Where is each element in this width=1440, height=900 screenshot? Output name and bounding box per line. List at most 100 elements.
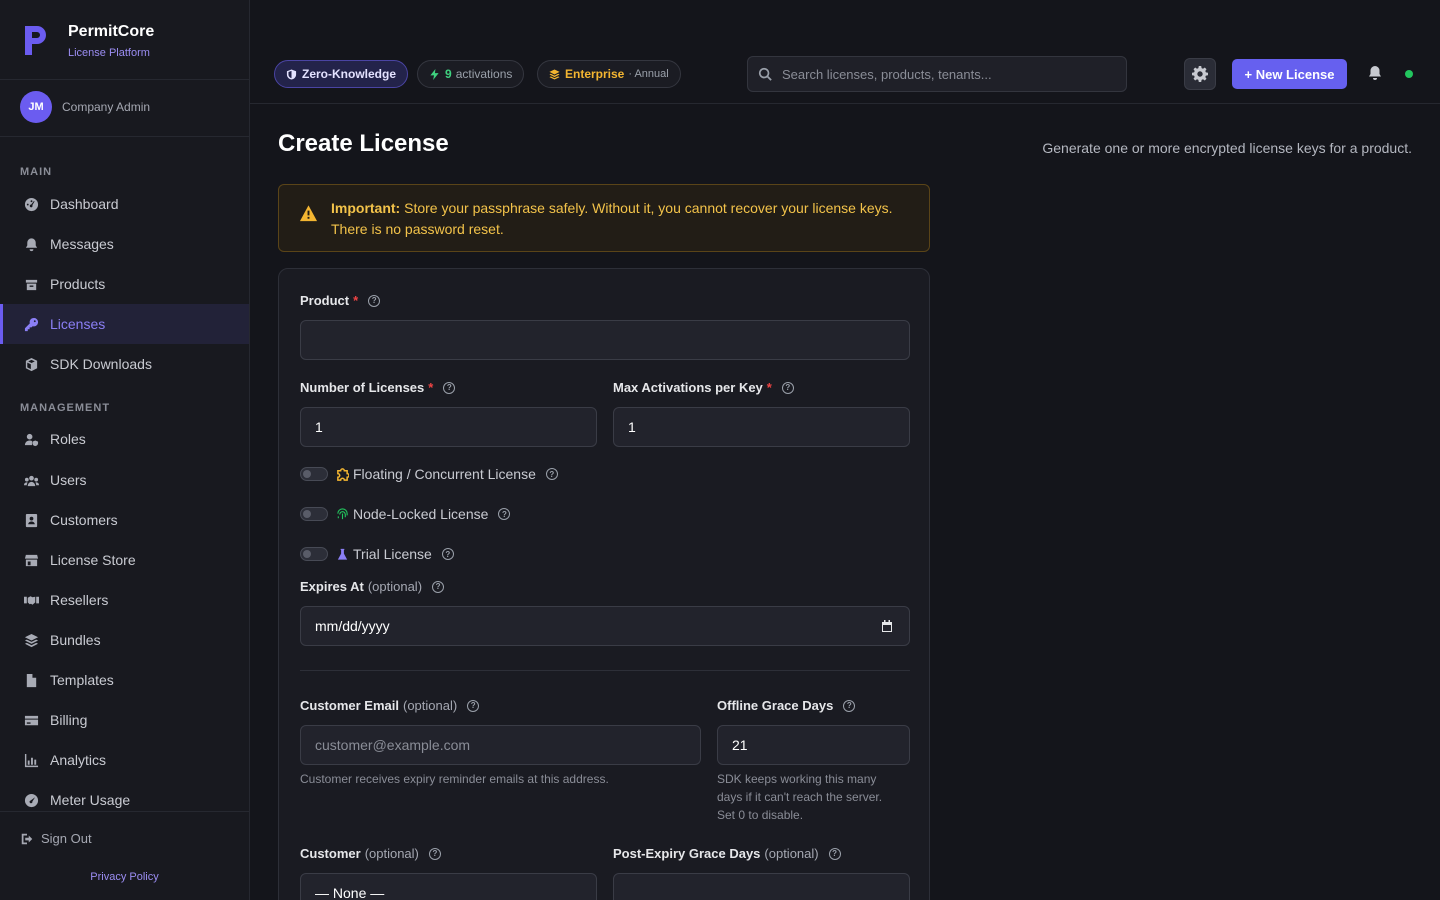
sidebar-item-label: SDK Downloads [50, 356, 152, 372]
sidebar-item-label: Analytics [50, 752, 107, 768]
sidebar-item-label: License Store [50, 552, 136, 568]
expires-date-input[interactable]: mm/dd/yyyy [300, 606, 910, 646]
sign-out-label: Sign Out [41, 831, 92, 846]
customer-label: Customer [300, 846, 361, 861]
lightning-icon [430, 68, 439, 80]
sidebar-item-dashboard[interactable]: Dashboard [0, 184, 249, 224]
trial-license-toggle-row: Trial License ? [300, 546, 454, 562]
user-shield-icon [22, 430, 40, 448]
calendar-icon[interactable] [881, 620, 893, 633]
help-icon[interactable]: ? [843, 699, 856, 712]
sidebar-item-meter-usage[interactable]: Meter Usage [0, 780, 249, 820]
required-marker: * [353, 293, 359, 308]
help-icon[interactable]: ? [368, 294, 381, 307]
help-icon[interactable]: ? [828, 847, 841, 860]
settings-button[interactable] [1184, 58, 1216, 90]
user-profile[interactable]: JM Company Admin [20, 91, 150, 123]
search-input[interactable] [782, 66, 1112, 82]
avatar: JM [20, 91, 52, 123]
activations-badge[interactable]: 9 activations [417, 60, 525, 88]
post-expiry-label: Post-Expiry Grace Days [613, 846, 761, 861]
sidebar-item-products[interactable]: Products [0, 264, 249, 304]
brand-subtitle: License Platform [68, 47, 150, 59]
help-icon[interactable]: ? [498, 508, 511, 520]
warning-icon [299, 205, 318, 222]
help-icon[interactable]: ? [441, 548, 454, 560]
sidebar: PermitCore License Platform JM Company A… [0, 0, 250, 900]
puzzle-icon [337, 467, 349, 481]
sidebar-item-bundles[interactable]: Bundles [0, 620, 249, 660]
optional-text: (optional) [364, 846, 419, 861]
floating-license-label: Floating / Concurrent License [353, 466, 536, 482]
customer-email-hint: Customer receives expiry reminder emails… [300, 772, 609, 786]
divider [300, 670, 910, 671]
sidebar-item-roles[interactable]: Roles [0, 419, 249, 459]
sidebar-item-license-store[interactable]: License Store [0, 540, 249, 580]
bell-icon [1369, 66, 1381, 80]
search-box[interactable] [747, 56, 1127, 92]
plan-cycle: · Annual [628, 68, 669, 80]
sign-out-button[interactable]: Sign Out [20, 831, 92, 846]
help-icon[interactable]: ? [467, 699, 480, 712]
required-marker: * [428, 380, 434, 395]
sidebar-item-licenses[interactable]: Licenses [0, 304, 249, 344]
trial-license-label: Trial License [353, 546, 432, 562]
nav-section-management: MANAGEMENT [20, 402, 111, 414]
sidebar-item-resellers[interactable]: Resellers [0, 580, 249, 620]
zero-knowledge-label: Zero-Knowledge [302, 67, 397, 81]
shield-icon [286, 68, 297, 80]
topbar: Zero-Knowledge 9 activations Enterprise … [250, 0, 1440, 104]
sidebar-item-label: Billing [50, 712, 88, 728]
zero-knowledge-badge[interactable]: Zero-Knowledge [274, 60, 409, 88]
optional-text: (optional) [367, 579, 423, 594]
num-licenses-input[interactable]: 1 [300, 407, 597, 447]
floating-license-toggle[interactable] [300, 467, 328, 481]
max-activations-label: Max Activations per Key [613, 380, 763, 395]
customer-email-input[interactable]: customer@example.com [300, 725, 701, 765]
offline-grace-input[interactable]: 21 [717, 725, 910, 765]
num-licenses-field-label: Number of Licenses * ? [300, 380, 456, 395]
sidebar-item-customers[interactable]: Customers [0, 500, 249, 540]
help-icon[interactable]: ? [443, 381, 456, 394]
help-icon[interactable]: ? [545, 468, 558, 480]
help-icon[interactable]: ? [432, 580, 445, 593]
plan-badge[interactable]: Enterprise · Annual [537, 60, 681, 88]
file-icon [22, 671, 40, 689]
help-icon[interactable]: ? [781, 381, 794, 394]
layers-icon [549, 68, 560, 80]
sidebar-item-label: Customers [50, 512, 118, 528]
brand[interactable]: PermitCore License Platform [22, 22, 154, 59]
alert-strong-text: Important: [331, 200, 401, 216]
activations-label: activations [455, 67, 513, 81]
post-expiry-input[interactable] [613, 873, 910, 900]
sidebar-item-messages[interactable]: Messages [0, 224, 249, 264]
gear-icon [1192, 66, 1208, 82]
post-expiry-field-label: Post-Expiry Grace Days (optional) ? [613, 846, 841, 861]
customer-select[interactable]: — None — [300, 873, 597, 900]
page-title: Create License [278, 130, 449, 157]
max-activations-input[interactable]: 1 [613, 407, 910, 447]
sidebar-item-users[interactable]: Users [0, 460, 249, 500]
contact-card-icon [22, 511, 40, 529]
floating-license-toggle-row: Floating / Concurrent License ? [300, 466, 558, 482]
offline-grace-field-label: Offline Grace Days ? [717, 698, 856, 713]
sidebar-item-analytics[interactable]: Analytics [0, 740, 249, 780]
sidebar-item-templates[interactable]: Templates [0, 660, 249, 700]
sidebar-item-sdk-downloads[interactable]: SDK Downloads [0, 344, 249, 384]
privacy-policy-link[interactable]: Privacy Policy [0, 871, 249, 883]
notifications-button[interactable] [1367, 65, 1385, 83]
trial-license-toggle[interactable] [300, 547, 328, 561]
credit-card-icon [22, 711, 40, 729]
product-select[interactable] [300, 320, 910, 360]
brand-title: PermitCore [68, 23, 155, 40]
online-status-dot [1405, 70, 1413, 78]
sidebar-item-billing[interactable]: Billing [0, 700, 249, 740]
divider [0, 811, 249, 812]
help-icon[interactable]: ? [428, 847, 441, 860]
passphrase-warning-alert: Important: Store your passphrase safely.… [278, 184, 930, 252]
fingerprint-icon [337, 507, 348, 519]
user-role: Company Admin [62, 100, 151, 114]
expires-label: Expires At [300, 579, 364, 594]
new-license-button[interactable]: + New License [1232, 59, 1347, 89]
node-locked-toggle[interactable] [300, 507, 328, 521]
